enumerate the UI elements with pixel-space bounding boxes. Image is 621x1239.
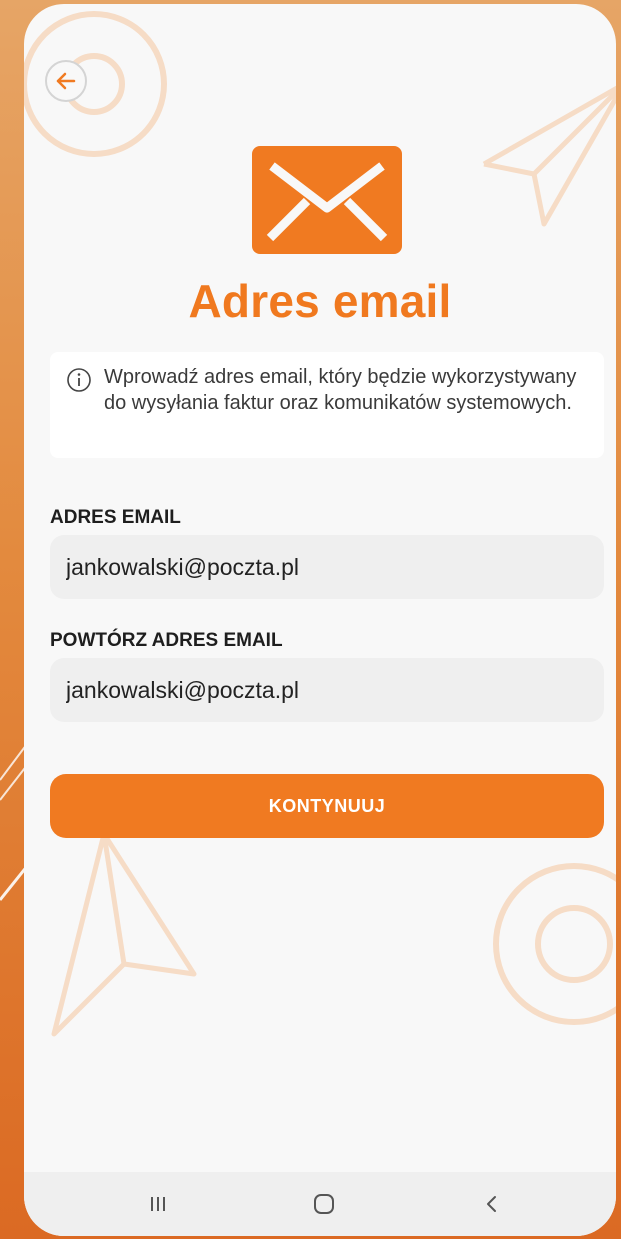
repeat-email-label: POWTÓRZ ADRES EMAIL [50,630,283,651]
nav-recents-button[interactable] [98,1172,218,1236]
navigation-bar [24,1172,616,1236]
status-bar [24,4,616,40]
page-title: Adres email [188,275,452,327]
envelope-icon [252,146,402,254]
arrow-left-icon [56,72,76,90]
chevron-left-icon [487,1196,496,1212]
phone-screen: Adres email Wprowadź adres email, który … [24,4,616,1236]
repeat-email-input[interactable] [50,658,604,722]
nav-home-button[interactable] [264,1172,384,1236]
email-input[interactable] [50,535,604,599]
home-icon [314,1194,334,1214]
email-label: ADRES EMAIL [50,507,181,528]
info-circle-icon [67,368,91,392]
nav-back-button[interactable] [432,1172,552,1236]
paper-plane-watermark-icon [51,832,197,1037]
continue-button[interactable]: KONTYNUUJ [50,774,604,838]
info-notice: Wprowadź adres email, który będzie wykor… [50,352,604,458]
at-sign-watermark-icon [493,863,616,1025]
recents-icon [151,1197,165,1211]
info-text: Wprowadź adres email, który będzie wykor… [104,366,577,414]
back-button[interactable] [45,60,87,102]
paper-plane-watermark-icon [482,85,616,227]
